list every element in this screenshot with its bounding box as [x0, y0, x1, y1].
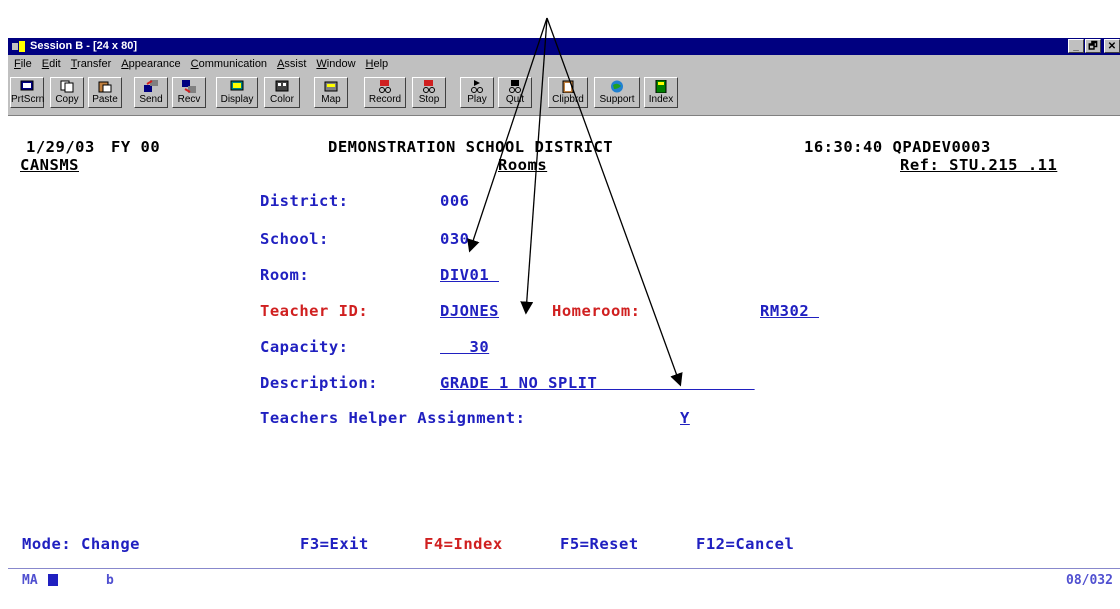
menu-bar: File Edit Transfer Appearance Communicat…	[8, 55, 1120, 72]
toolbar-button-recv[interactable]: Recv	[172, 77, 206, 108]
display-icon	[230, 80, 244, 91]
index-icon	[655, 80, 667, 93]
color-icon	[275, 80, 289, 92]
menu-assist[interactable]: Assist	[277, 58, 306, 70]
quit-icon	[509, 80, 521, 93]
teacher-id-label: Teacher ID:	[260, 302, 369, 320]
menu-edit[interactable]: Edit	[42, 58, 61, 70]
toolbar-button-send[interactable]: Send	[134, 77, 168, 108]
district-name: DEMONSTRATION SCHOOL DISTRICT	[328, 138, 614, 156]
f5-reset-key[interactable]: F5=Reset	[560, 535, 639, 553]
school-value: 030	[440, 230, 470, 248]
f12-cancel-key[interactable]: F12=Cancel	[696, 535, 794, 553]
helper-assignment-field[interactable]: Y	[680, 409, 690, 427]
toolbar: PrtScrn Copy Paste Send Recv Display Col…	[8, 72, 1120, 116]
record-icon	[379, 80, 391, 93]
receive-icon	[182, 80, 196, 93]
toolbar-button-map[interactable]: Map	[314, 77, 348, 108]
toolbar-button-stop[interactable]: Stop	[412, 77, 446, 108]
toolbar-button-prtscrn[interactable]: PrtScrn	[10, 77, 44, 108]
menu-appearance[interactable]: Appearance	[121, 58, 180, 70]
menu-communication[interactable]: Communication	[191, 58, 267, 70]
print-screen-icon	[20, 80, 34, 91]
app-icon	[12, 41, 25, 52]
toolbar-button-index[interactable]: Index	[644, 77, 678, 108]
f3-exit-key[interactable]: F3=Exit	[300, 535, 369, 553]
paste-icon	[98, 81, 112, 93]
menu-help[interactable]: Help	[366, 58, 389, 70]
map-icon	[324, 81, 338, 92]
window-title: Session B - [24 x 80]	[30, 40, 137, 52]
teacher-id-field[interactable]: DJONES	[440, 302, 499, 320]
district-value: 006	[440, 192, 470, 210]
helper-assignment-label: Teachers Helper Assignment:	[260, 409, 526, 427]
toolbar-button-copy[interactable]: Copy	[50, 77, 84, 108]
toolbar-button-color[interactable]: Color	[264, 77, 300, 108]
send-icon	[144, 80, 158, 92]
school-label: School:	[260, 230, 329, 248]
description-label: Description:	[260, 374, 378, 392]
status-divider	[8, 568, 1120, 569]
support-icon	[611, 80, 623, 93]
mode-indicator: Mode: Change	[22, 535, 140, 553]
screen-date: 1/29/03	[26, 138, 95, 156]
clipboard-icon	[562, 80, 574, 93]
close-button[interactable]: ✕	[1104, 39, 1120, 53]
menu-window[interactable]: Window	[316, 58, 355, 70]
fiscal-year: FY 00	[111, 138, 161, 156]
stop-icon	[423, 80, 435, 93]
copy-icon	[60, 80, 74, 93]
terminal-screen[interactable]: 1/29/03 FY 00 DEMONSTRATION SCHOOL DISTR…	[8, 116, 1120, 609]
capacity-label: Capacity:	[260, 338, 349, 356]
restore-button[interactable]: 🗗	[1085, 39, 1101, 53]
cursor-block	[48, 574, 58, 586]
toolbar-button-play[interactable]: Play	[460, 77, 494, 108]
capacity-field[interactable]: 30	[440, 338, 489, 356]
menu-transfer[interactable]: Transfer	[71, 58, 112, 70]
toolbar-button-record[interactable]: Record	[364, 77, 406, 108]
district-label: District:	[260, 192, 349, 210]
toolbar-button-quit[interactable]: Quit	[498, 77, 532, 108]
app-code: CANSMS	[20, 156, 79, 174]
reference-code: Ref: STU.215 .11	[900, 156, 1058, 174]
time-program: 16:30:40 QPADEV0003	[804, 138, 991, 156]
toolbar-button-display[interactable]: Display	[216, 77, 258, 108]
toolbar-button-clipbrd[interactable]: Clipbrd	[548, 77, 588, 108]
room-field[interactable]: DIV01	[440, 266, 499, 284]
menu-file[interactable]: File	[14, 58, 32, 70]
toolbar-button-support[interactable]: Support	[594, 77, 640, 108]
cursor-position: 08/032	[1066, 573, 1113, 588]
window-titlebar[interactable]: Session B - [24 x 80] _ 🗗 ✕	[8, 38, 1120, 55]
status-indicator-ma: MA	[22, 573, 38, 588]
minimize-button[interactable]: _	[1068, 39, 1084, 53]
room-label: Room:	[260, 266, 310, 284]
status-indicator-b: b	[106, 573, 114, 588]
screen-title: Rooms	[498, 156, 548, 174]
homeroom-label: Homeroom:	[552, 302, 641, 320]
toolbar-button-paste[interactable]: Paste	[88, 77, 122, 108]
f4-index-key[interactable]: F4=Index	[424, 535, 503, 553]
play-icon	[471, 80, 483, 93]
homeroom-field[interactable]: RM302	[760, 302, 819, 320]
description-field[interactable]: GRADE 1 NO SPLIT	[440, 374, 755, 392]
